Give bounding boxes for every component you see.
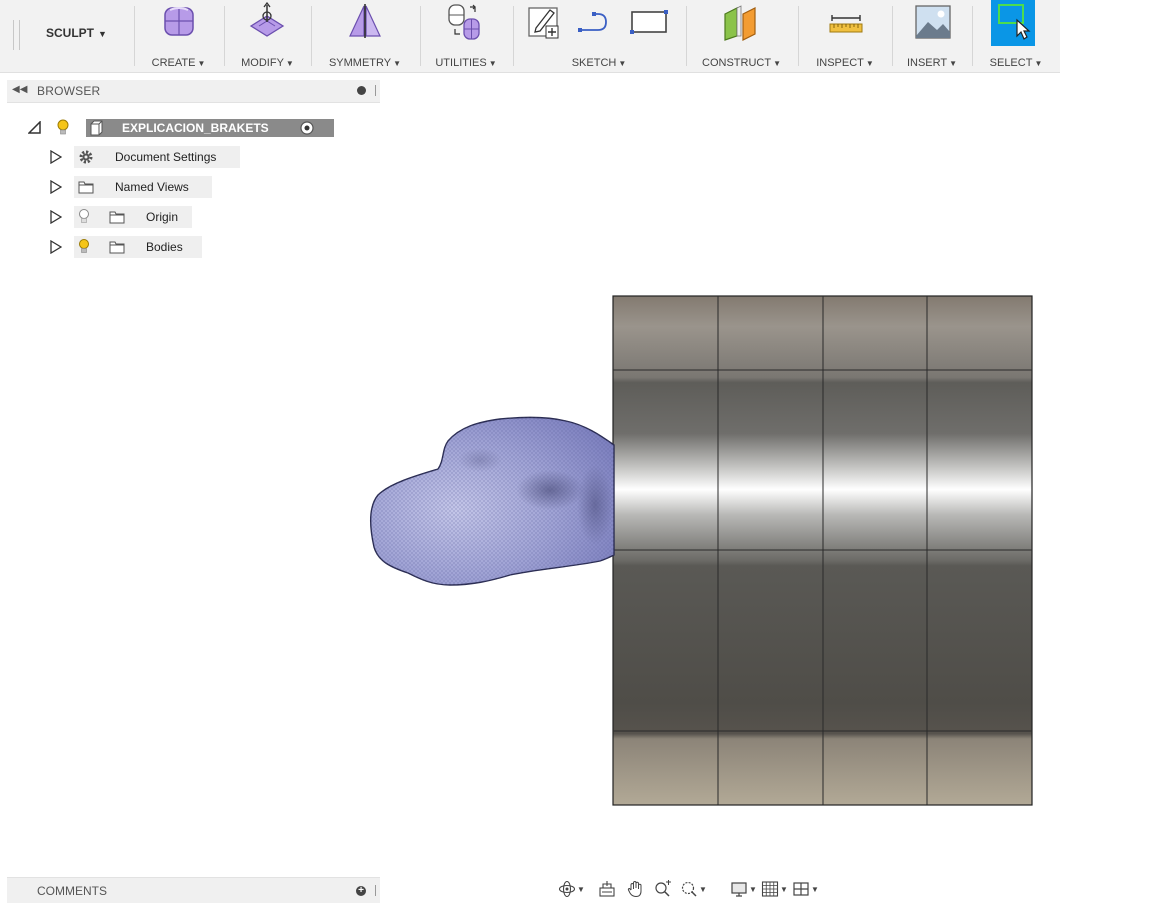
browser-item-label: Origin	[146, 210, 179, 224]
pan-button[interactable]	[626, 880, 644, 898]
root-component-label[interactable]: EXPLICACION_BRAKETS	[86, 119, 334, 137]
cylinder-body[interactable]	[612, 295, 1033, 806]
insert-image-icon	[915, 5, 951, 39]
browser-item-document-settings[interactable]: Document Settings	[50, 146, 250, 168]
pin-icon[interactable]	[357, 86, 366, 95]
insert-menu[interactable]: INSERT ▼	[893, 0, 971, 72]
comments-title: COMMENTS	[37, 884, 107, 898]
create-label: CREATE	[151, 57, 196, 69]
folder-icon	[78, 181, 94, 194]
folder-icon	[109, 241, 125, 254]
workspace-switcher[interactable]: SCULPT ▼	[46, 26, 107, 40]
utilities-icon	[448, 4, 480, 40]
expand-triangle-icon[interactable]	[50, 180, 62, 194]
component-icon	[90, 120, 103, 136]
comments-panel[interactable]: COMMENTS +	[7, 877, 380, 903]
browser-item-label: Named Views	[115, 180, 189, 194]
inspect-menu[interactable]: INSPECT ▼	[799, 0, 891, 72]
look-at-button[interactable]	[598, 880, 616, 898]
workspace-label: SCULPT	[46, 26, 94, 40]
navigation-bar: ▼ ▼ ▼ ▼ ▼	[556, 876, 866, 902]
construct-menu[interactable]: CONSTRUCT ▼	[687, 0, 796, 72]
toolbar: SCULPT ▼ CREATE ▼ MODIFY ▼ SYMMETRY ▼ UT…	[0, 0, 1060, 73]
zoom-button[interactable]	[654, 880, 672, 898]
sketch-icon	[528, 7, 668, 39]
display-settings-icon	[731, 882, 747, 897]
chevron-down-icon: ▼	[98, 29, 107, 39]
browser-item-bodies[interactable]: Bodies	[50, 236, 250, 258]
viewports-button[interactable]: ▼	[792, 880, 819, 898]
symmetry-icon	[349, 4, 381, 38]
fit-button[interactable]: ▼	[680, 880, 707, 898]
browser-item-label: Bodies	[146, 240, 183, 254]
symmetry-label: SYMMETRY	[328, 57, 392, 69]
symmetry-menu[interactable]: SYMMETRY ▼	[312, 0, 418, 72]
browser-root-node[interactable]: EXPLICACION_BRAKETS	[28, 117, 334, 139]
sketch-menu[interactable]: SKETCH ▼	[514, 0, 684, 72]
select-menu[interactable]: SELECT ▼	[973, 0, 1059, 72]
expand-triangle-icon[interactable]	[50, 240, 62, 254]
browser-title: BROWSER	[37, 84, 101, 98]
browser-item-label: Document Settings	[115, 150, 217, 164]
orbit-button[interactable]: ▼	[558, 880, 585, 898]
grid-settings-button[interactable]: ▼	[761, 880, 788, 898]
box-form-icon	[164, 7, 194, 36]
grid-icon	[761, 881, 779, 897]
look-at-icon	[599, 881, 615, 897]
display-settings-button[interactable]: ▼	[730, 880, 757, 898]
panel-divider	[375, 85, 376, 96]
expand-triangle-icon[interactable]	[50, 150, 62, 164]
select-label: SELECT	[989, 57, 1033, 69]
browser-item-origin[interactable]: Origin	[50, 206, 250, 228]
fit-icon	[681, 881, 697, 897]
toolbar-grip[interactable]	[13, 20, 20, 50]
viewports-icon	[793, 882, 809, 896]
pan-icon	[627, 880, 642, 898]
add-comment-icon[interactable]: +	[356, 886, 366, 896]
collapse-panel-icon[interactable]: ◀◀	[12, 84, 27, 95]
lightbulb-icon[interactable]	[78, 238, 90, 256]
modify-label: MODIFY	[241, 57, 284, 69]
utilities-label: UTILITIES	[435, 57, 487, 69]
sketch-label: SKETCH	[571, 57, 617, 69]
construct-plane-icon	[724, 5, 756, 41]
construct-label: CONSTRUCT	[702, 57, 772, 69]
select-icon	[998, 4, 1031, 40]
utilities-menu[interactable]: UTILITIES ▼	[421, 0, 511, 72]
panel-divider	[375, 885, 376, 896]
activate-radio-icon[interactable]	[300, 121, 314, 135]
browser-item-named-views[interactable]: Named Views	[50, 176, 250, 198]
create-menu[interactable]: CREATE ▼	[135, 0, 222, 72]
measure-icon	[829, 15, 863, 33]
3d-viewport[interactable]	[360, 285, 1040, 815]
expand-triangle-icon[interactable]	[50, 210, 62, 224]
tooth-mesh-body[interactable]	[370, 416, 615, 586]
lightbulb-icon[interactable]	[56, 119, 70, 137]
zoom-icon	[655, 880, 671, 897]
insert-label: INSERT	[906, 57, 948, 69]
orbit-icon	[558, 880, 576, 898]
inspect-label: INSPECT	[816, 57, 864, 69]
root-component-name: EXPLICACION_BRAKETS	[122, 121, 269, 135]
modify-form-icon	[249, 2, 285, 37]
browser-panel-header[interactable]: ◀◀ BROWSER	[7, 80, 380, 103]
gear-icon	[79, 150, 93, 164]
modify-menu[interactable]: MODIFY ▼	[225, 0, 310, 72]
folder-icon	[109, 211, 125, 224]
lightbulb-off-icon[interactable]	[78, 208, 90, 226]
expand-triangle-icon[interactable]	[28, 121, 42, 135]
